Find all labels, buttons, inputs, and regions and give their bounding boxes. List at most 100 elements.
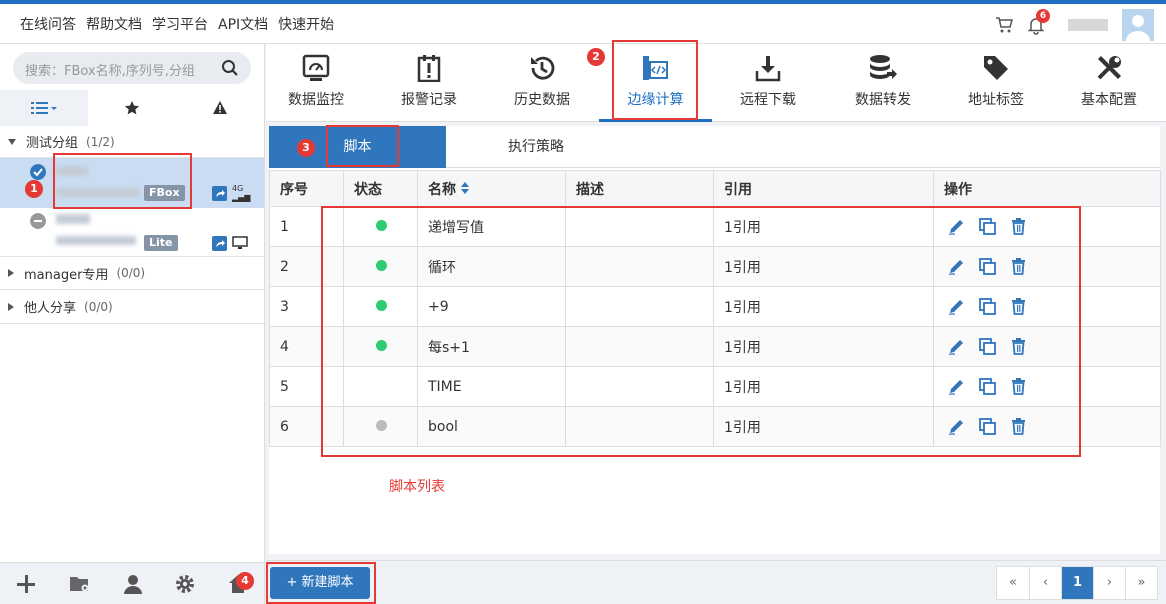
tool-label: 报警记录	[401, 92, 457, 108]
nav-quickstart[interactable]: 快速开始	[278, 14, 334, 34]
tool-data-forward[interactable]: 数据转发	[833, 44, 933, 122]
col-description: 描述	[565, 170, 714, 207]
group-count: (0/0)	[116, 266, 146, 280]
nav-help[interactable]: 帮助文档	[86, 14, 142, 34]
sidebar-actions	[0, 562, 264, 604]
annotation-marker-1: 1	[25, 180, 43, 198]
tool-data-monitor[interactable]: 数据监控	[266, 44, 366, 122]
annotation-box-script-tab	[326, 125, 399, 167]
annotation-marker-2: 2	[587, 48, 605, 66]
sidebar: 搜索：FBox名称,序列号,分组 测试分组 (1/2) FBox 4G ▂▄▆ L…	[0, 44, 265, 604]
sidebar-tabs	[0, 90, 264, 126]
desktop-icon	[232, 236, 248, 249]
group-name: 测试分组	[26, 136, 79, 151]
tab-alerts[interactable]	[176, 90, 264, 126]
tools-icon	[1097, 56, 1121, 80]
tab-list[interactable]	[0, 90, 88, 126]
function-toolbar: 数据监控 报警记录 历史数据 边缘计算 远程下载 数据转发 地址标签 基本配置	[266, 44, 1166, 122]
group-name: manager专用	[24, 267, 109, 283]
search-box[interactable]: 搜索：FBox名称,序列号,分组	[13, 52, 251, 84]
search-icon[interactable]	[221, 59, 239, 77]
device-item-lite[interactable]: Lite	[0, 208, 264, 258]
tool-basic-config[interactable]: 基本配置	[1059, 44, 1159, 122]
device-name-blurred	[56, 214, 90, 224]
alarm-icon	[417, 55, 441, 82]
annotation-box-new-button	[266, 562, 376, 604]
network-label: 4G	[232, 184, 244, 193]
cart-icon[interactable]	[994, 15, 1014, 35]
footer-bar: + 新建脚本 « ‹ 1 › »	[266, 560, 1166, 604]
database-icon	[870, 55, 897, 79]
annotation-marker-3: 3	[297, 139, 315, 157]
offline-icon	[30, 213, 46, 229]
download-icon	[755, 56, 781, 82]
bell-icon[interactable]: 6	[1026, 9, 1050, 35]
user-icon[interactable]	[123, 574, 143, 594]
gear-icon[interactable]	[175, 574, 195, 594]
top-bar: 在线问答 帮助文档 学习平台 API文档 快速开始 6	[0, 0, 1166, 44]
group-count: (1/2)	[86, 134, 115, 149]
add-icon[interactable]	[16, 574, 36, 594]
folder-settings-icon[interactable]	[69, 575, 91, 593]
nav-api[interactable]: API文档	[218, 14, 268, 34]
sub-tabs: 脚本 执行策略	[269, 126, 1160, 168]
annotation-script-list: 脚本列表	[389, 479, 445, 495]
group-name: 他人分享	[24, 301, 77, 316]
search-input[interactable]: 搜索：FBox名称,序列号,分组	[25, 60, 195, 79]
page-next[interactable]: ›	[1093, 567, 1125, 599]
col-name[interactable]: 名称	[417, 170, 566, 207]
warning-icon	[213, 101, 227, 114]
table-header: 序号 状态 名称 描述 引用 操作	[269, 170, 1161, 207]
col-name-label: 名称	[428, 181, 456, 198]
tool-label: 历史数据	[514, 92, 570, 108]
col-actions: 操作	[933, 170, 1161, 207]
monitor-icon	[302, 54, 330, 81]
annotation-box-edge	[612, 40, 698, 120]
star-icon	[124, 101, 140, 115]
sort-icon[interactable]	[460, 181, 469, 194]
list-icon	[31, 102, 57, 114]
tool-history-data[interactable]: 历史数据	[492, 44, 592, 122]
username-blurred[interactable]	[1068, 19, 1108, 31]
annotation-box-device	[53, 153, 192, 209]
tool-label: 数据监控	[288, 92, 344, 108]
tool-label: 地址标签	[968, 92, 1024, 108]
share-icon[interactable]	[212, 186, 227, 201]
tab-execution-policy[interactable]: 执行策略	[446, 126, 626, 168]
tab-favorites[interactable]	[88, 90, 176, 126]
col-reference: 引用	[713, 170, 934, 207]
col-no: 序号	[269, 170, 344, 207]
col-status: 状态	[343, 170, 418, 207]
device-type-badge: Lite	[144, 235, 178, 251]
check-icon	[30, 164, 46, 180]
tool-label: 远程下载	[740, 92, 796, 108]
tool-label: 基本配置	[1081, 92, 1137, 108]
tool-alarm-records[interactable]: 报警记录	[379, 44, 479, 122]
page-first[interactable]: «	[997, 567, 1029, 599]
share-icon[interactable]	[212, 236, 227, 251]
history-icon	[531, 56, 555, 80]
nav-learn[interactable]: 学习平台	[152, 14, 208, 34]
network-4g-indicator: 4G ▂▄▆	[232, 184, 251, 202]
tool-label: 数据转发	[855, 92, 911, 108]
chevron-right-icon	[8, 302, 14, 311]
chevron-down-icon	[8, 138, 16, 145]
group-manager[interactable]: manager专用 (0/0)	[0, 256, 264, 290]
annotation-marker-4: 4	[236, 572, 254, 590]
nav-qa[interactable]: 在线问答	[20, 14, 76, 34]
page-prev[interactable]: ‹	[1029, 567, 1061, 599]
annotation-box-table	[321, 206, 1081, 457]
tag-icon	[984, 56, 1008, 80]
group-count: (0/0)	[84, 299, 113, 314]
top-right: 6	[994, 8, 1166, 42]
top-nav: 在线问答 帮助文档 学习平台 API文档 快速开始	[20, 14, 334, 34]
chevron-right-icon	[8, 269, 14, 277]
tool-address-tags[interactable]: 地址标签	[946, 44, 1046, 122]
notification-badge: 6	[1036, 9, 1050, 23]
page-current[interactable]: 1	[1061, 567, 1093, 599]
pagination: « ‹ 1 › »	[996, 566, 1158, 600]
page-last[interactable]: »	[1125, 567, 1157, 599]
group-shared[interactable]: 他人分享 (0/0)	[0, 290, 264, 324]
tool-remote-download[interactable]: 远程下载	[718, 44, 818, 122]
avatar[interactable]	[1122, 9, 1154, 41]
